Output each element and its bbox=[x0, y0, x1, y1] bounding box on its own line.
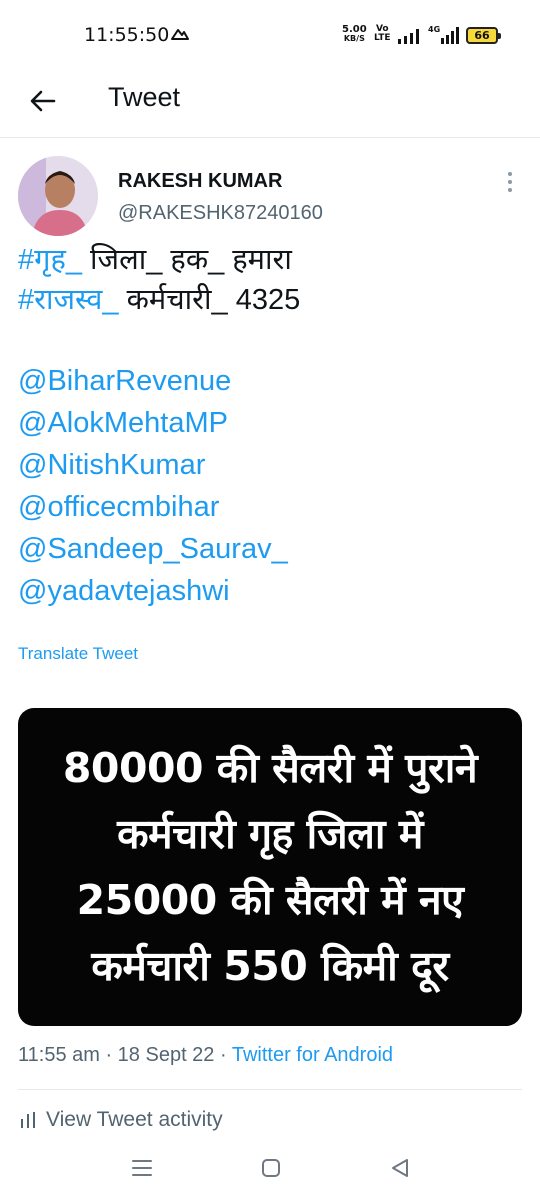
network-type: 4G bbox=[428, 25, 441, 34]
status-bar: 11:55:50 5.00 KB/S Vo LTE 4G 66 bbox=[0, 0, 540, 72]
avatar[interactable] bbox=[18, 156, 98, 236]
author-display-name[interactable]: RAKESH KUMAR bbox=[118, 170, 282, 193]
profile-photo bbox=[18, 156, 98, 236]
mention-link[interactable]: @NitishKumar bbox=[18, 444, 518, 486]
mention-link[interactable]: @officecmbihar bbox=[18, 486, 518, 528]
hashtag-link[interactable]: #राजस्व_ bbox=[18, 284, 119, 316]
image-text-line: 25000 की सैलरी में नए bbox=[76, 876, 464, 924]
hashtag-line-1: #गृह_ जिला_ हक_ हमारा bbox=[18, 244, 292, 276]
page-title: Tweet bbox=[108, 82, 181, 112]
tweet-text: #गृह_ जिला_ हक_ हमारा #राजस्व_ कर्मचारी_… bbox=[18, 240, 518, 612]
tweet-source-link[interactable]: Twitter for Android bbox=[232, 1044, 393, 1066]
tweet-timestamp: 11:55 am · 18 Sept 22 · Twitter for Andr… bbox=[18, 1044, 393, 1067]
more-vertical-icon bbox=[508, 172, 512, 176]
home-button[interactable] bbox=[256, 1154, 286, 1182]
mention-link[interactable]: @AlokMehtaMP bbox=[18, 402, 518, 444]
square-home-icon bbox=[262, 1159, 280, 1177]
more-options-button[interactable] bbox=[500, 170, 520, 194]
battery-indicator: 66 bbox=[466, 27, 501, 44]
triangle-back-icon bbox=[392, 1159, 408, 1177]
bar-chart-icon bbox=[21, 1112, 35, 1128]
system-navigation-bar bbox=[0, 1140, 540, 1200]
back-button[interactable] bbox=[26, 84, 60, 118]
tweet-date[interactable]: 11:55 am · 18 Sept 22 · bbox=[18, 1044, 232, 1066]
image-text-line: कर्मचारी 550 किमी दूर bbox=[91, 942, 449, 990]
status-time: 11:55:50 bbox=[84, 24, 170, 46]
arrow-left-icon bbox=[30, 90, 56, 112]
volte-indicator: Vo LTE bbox=[374, 24, 391, 43]
signal-4g-indicator: 4G bbox=[428, 26, 460, 44]
author-handle[interactable]: @RAKESHK87240160 bbox=[118, 202, 323, 225]
recent-apps-button[interactable] bbox=[127, 1154, 157, 1182]
translate-tweet-link[interactable]: Translate Tweet bbox=[18, 644, 138, 664]
mention-link[interactable]: @BiharRevenue bbox=[18, 360, 518, 402]
menu-icon bbox=[132, 1160, 152, 1176]
image-text-line: कर्मचारी गृह जिला में bbox=[117, 810, 423, 858]
image-text-line: 80000 की सैलरी में पुराने bbox=[62, 744, 478, 792]
network-speed: 5.00 KB/S bbox=[342, 24, 367, 44]
signal-4g-icon bbox=[441, 27, 460, 44]
divider bbox=[18, 1089, 522, 1090]
mention-link[interactable]: @yadavtejashwi bbox=[18, 570, 518, 612]
app-header: Tweet bbox=[0, 72, 540, 138]
tweet-image[interactable]: 80000 की सैलरी में पुराने कर्मचारी गृह ज… bbox=[18, 708, 522, 1026]
view-tweet-activity-button[interactable]: View Tweet activity bbox=[18, 1108, 223, 1132]
hashtag-line-2: #राजस्व_ कर्मचारी_ 4325 bbox=[18, 284, 301, 316]
hashtag-link[interactable]: #गृह_ bbox=[18, 244, 82, 276]
signal-strength-icon bbox=[398, 29, 419, 44]
data-sync-icon bbox=[171, 29, 189, 40]
activity-label: View Tweet activity bbox=[46, 1108, 223, 1131]
system-back-button[interactable] bbox=[385, 1154, 415, 1182]
mention-link[interactable]: @Sandeep_Saurav_ bbox=[18, 528, 518, 570]
